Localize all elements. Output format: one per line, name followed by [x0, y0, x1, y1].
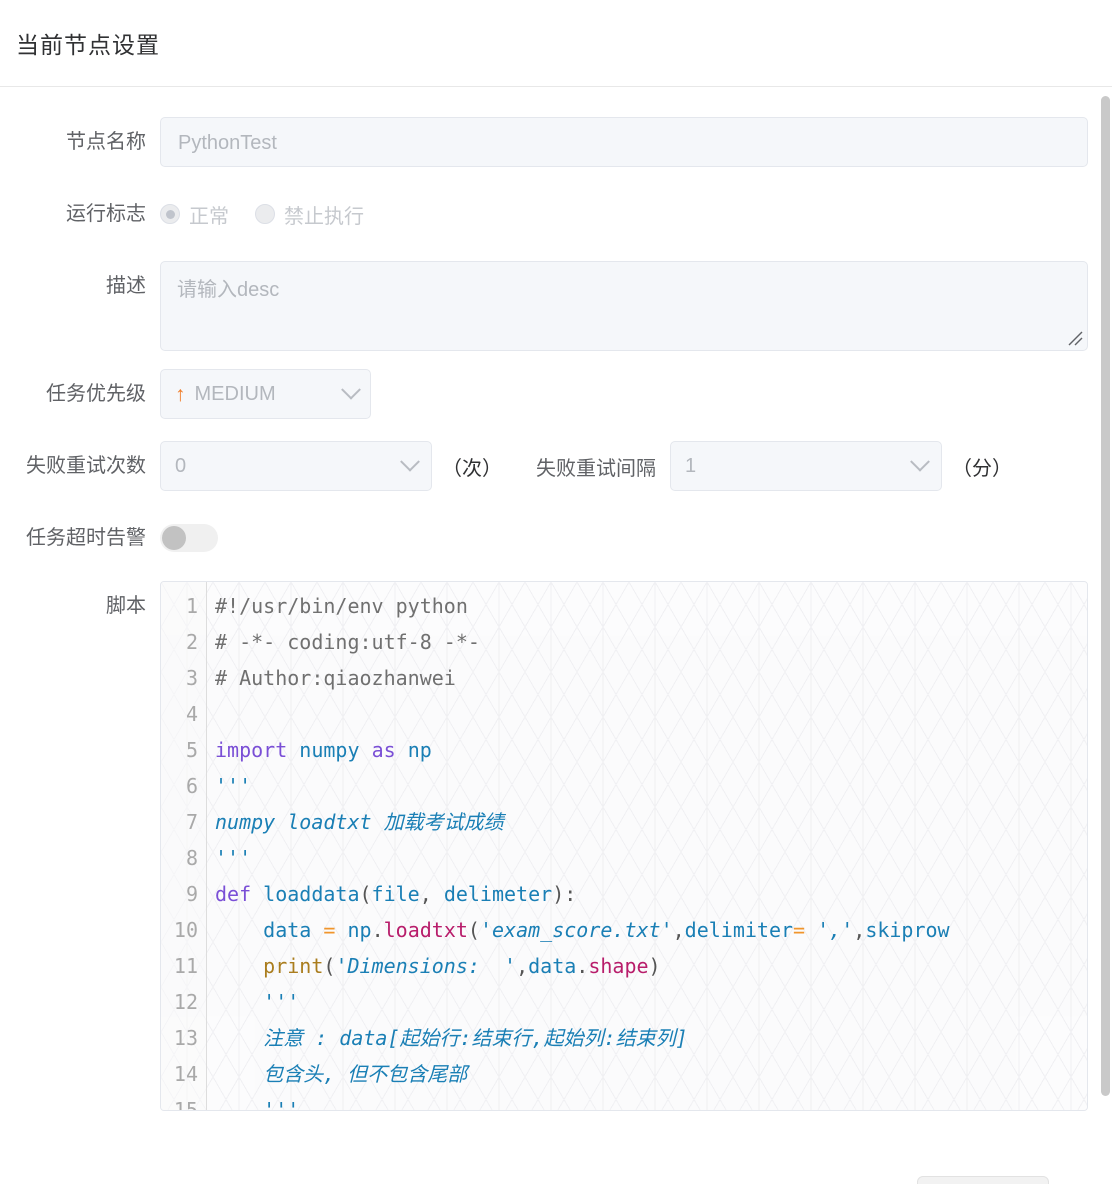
retry-interval-unit: （分）: [952, 457, 1012, 480]
code-line: ''': [215, 846, 252, 870]
retry-interval-select[interactable]: 1: [670, 441, 942, 491]
code-line: # Author:qiaozhanwei: [215, 666, 456, 690]
script-code-editor[interactable]: 1 2 3 4 5 6 7 8 9 10 11 12 13 14 15 #!/usr/bin/env pyt…: [160, 581, 1088, 1111]
script-control: 1 2 3 4 5 6 7 8 9 10 11 12 13 14 15 #!/usr/bin/env pyt…: [160, 581, 1112, 1111]
code-line: data = np.loadtxt('exam_score.txt',delim…: [263, 918, 950, 942]
retry-interval-value: 1: [685, 454, 697, 477]
task-priority-select[interactable]: ↑ MEDIUM: [160, 369, 371, 419]
line-number: 6: [185, 774, 198, 798]
code-line: # -*- coding:utf-8 -*-: [215, 630, 480, 654]
node-settings-dialog: 当前节点设置 节点名称 PythonTest 运行标志 正常 禁止执行 描述 请…: [0, 0, 1112, 1184]
description-textarea[interactable]: 请输入desc: [160, 261, 1088, 351]
vertical-scrollbar[interactable]: [1099, 88, 1112, 1184]
radio-forbidden[interactable]: 禁止执行: [255, 200, 364, 229]
task-priority-control: ↑ MEDIUM: [160, 369, 1112, 419]
code-content[interactable]: #!/usr/bin/env python # -*- coding:utf-8 …: [207, 582, 1087, 1111]
code-line: print('Dimensions: ',data.shape): [263, 954, 661, 978]
radio-normal-icon: [160, 204, 180, 224]
line-number: 11: [173, 954, 198, 978]
line-number: 7: [185, 810, 198, 834]
code-area: 1 2 3 4 5 6 7 8 9 10 11 12 13 14 15 #!/usr/bin/env pyt…: [161, 582, 1087, 1111]
radio-forbidden-icon: [255, 204, 275, 224]
form-row-timeout-alarm: 任务超时告警: [0, 513, 1112, 563]
radio-forbidden-label: 禁止执行: [284, 205, 364, 228]
code-line: 注意 : data[起始行:结束行,起始列:结束列]: [215, 1026, 688, 1050]
code-line: def loaddata(file, delimeter):: [215, 882, 577, 906]
dialog-header: 当前节点设置: [0, 0, 1112, 86]
node-name-control: PythonTest: [160, 117, 1112, 167]
retry-interval-label: 失败重试间隔: [536, 457, 656, 480]
retry-times-label: 失败重试次数: [26, 455, 146, 477]
description-label: 描述: [106, 275, 146, 297]
form-row-node-name: 节点名称 PythonTest: [0, 117, 1112, 167]
task-priority-value: MEDIUM: [194, 382, 276, 405]
resize-handle-icon[interactable]: [1066, 329, 1084, 347]
node-name-label: 节点名称: [66, 131, 146, 153]
line-number: 2: [185, 630, 198, 654]
code-line: numpy loadtxt 加载考试成绩: [215, 810, 504, 834]
line-number: 10: [173, 918, 198, 942]
retry-times-unit: （次）: [442, 457, 502, 480]
node-name-input[interactable]: PythonTest: [160, 117, 1088, 167]
description-control: 请输入desc: [160, 261, 1112, 351]
retry-times-select[interactable]: 0: [160, 441, 432, 491]
radio-normal-label: 正常: [189, 205, 229, 228]
timeout-alarm-label: 任务超时告警: [26, 527, 146, 549]
page-title: 当前节点设置: [16, 32, 160, 58]
code-line: 包含头, 但不包含尾部: [215, 1062, 468, 1086]
code-line: ''': [215, 774, 252, 798]
script-label: 脚本: [106, 595, 146, 617]
retry-times-value: 0: [175, 454, 187, 477]
toggle-knob: [162, 526, 186, 550]
form-row-task-priority: 任务优先级 ↑ MEDIUM: [0, 369, 1112, 419]
priority-up-arrow-icon: ↑: [175, 382, 186, 406]
chevron-down-icon: [341, 379, 361, 400]
run-flag-control: 正常 禁止执行: [160, 189, 1112, 239]
line-number: 1: [185, 594, 198, 618]
line-number: 13: [173, 1026, 198, 1050]
line-number: 5: [185, 738, 198, 762]
line-number: 12: [173, 990, 198, 1014]
line-number: 4: [185, 702, 198, 726]
run-flag-label: 运行标志: [66, 203, 146, 225]
line-number: 8: [185, 846, 198, 870]
code-line: import numpy as np: [215, 738, 432, 762]
chevron-down-icon: [400, 451, 420, 472]
line-number: 9: [185, 882, 198, 906]
run-flag-radio-group: 正常 禁止执行: [160, 189, 1112, 239]
timeout-alarm-control: [160, 513, 1112, 552]
scrollbar-thumb[interactable]: [1101, 96, 1110, 1096]
line-number: 3: [185, 666, 198, 690]
form-row-script: 脚本 1 2 3 4 5 6 7 8 9 10 11 12 13 14 15 #!/usr/bin/env …: [0, 581, 1112, 1111]
form-row-description: 描述 请输入desc: [0, 261, 1112, 351]
form-row-run-flag: 运行标志 正常 禁止执行: [0, 189, 1112, 239]
timeout-alarm-toggle[interactable]: [160, 524, 218, 552]
line-number: 14: [173, 1062, 198, 1086]
code-line: ''': [215, 1098, 300, 1111]
retry-control: 0 （次） 失败重试间隔 1 （分）: [160, 441, 1112, 491]
form-row-retry: 失败重试次数 0 （次） 失败重试间隔 1 （分）: [0, 441, 1112, 491]
chevron-down-icon: [910, 451, 930, 472]
radio-normal[interactable]: 正常: [160, 200, 229, 229]
task-priority-label: 任务优先级: [46, 383, 146, 405]
code-line: #!/usr/bin/env python: [215, 594, 468, 618]
line-number-gutter: 1 2 3 4 5 6 7 8 9 10 11 12 13 14 15: [161, 582, 207, 1111]
code-line: ''': [215, 990, 300, 1014]
footer-button[interactable]: [917, 1176, 1049, 1184]
dialog-body: 节点名称 PythonTest 运行标志 正常 禁止执行 描述 请输入desc …: [0, 87, 1112, 1184]
line-number: 15: [173, 1098, 198, 1111]
